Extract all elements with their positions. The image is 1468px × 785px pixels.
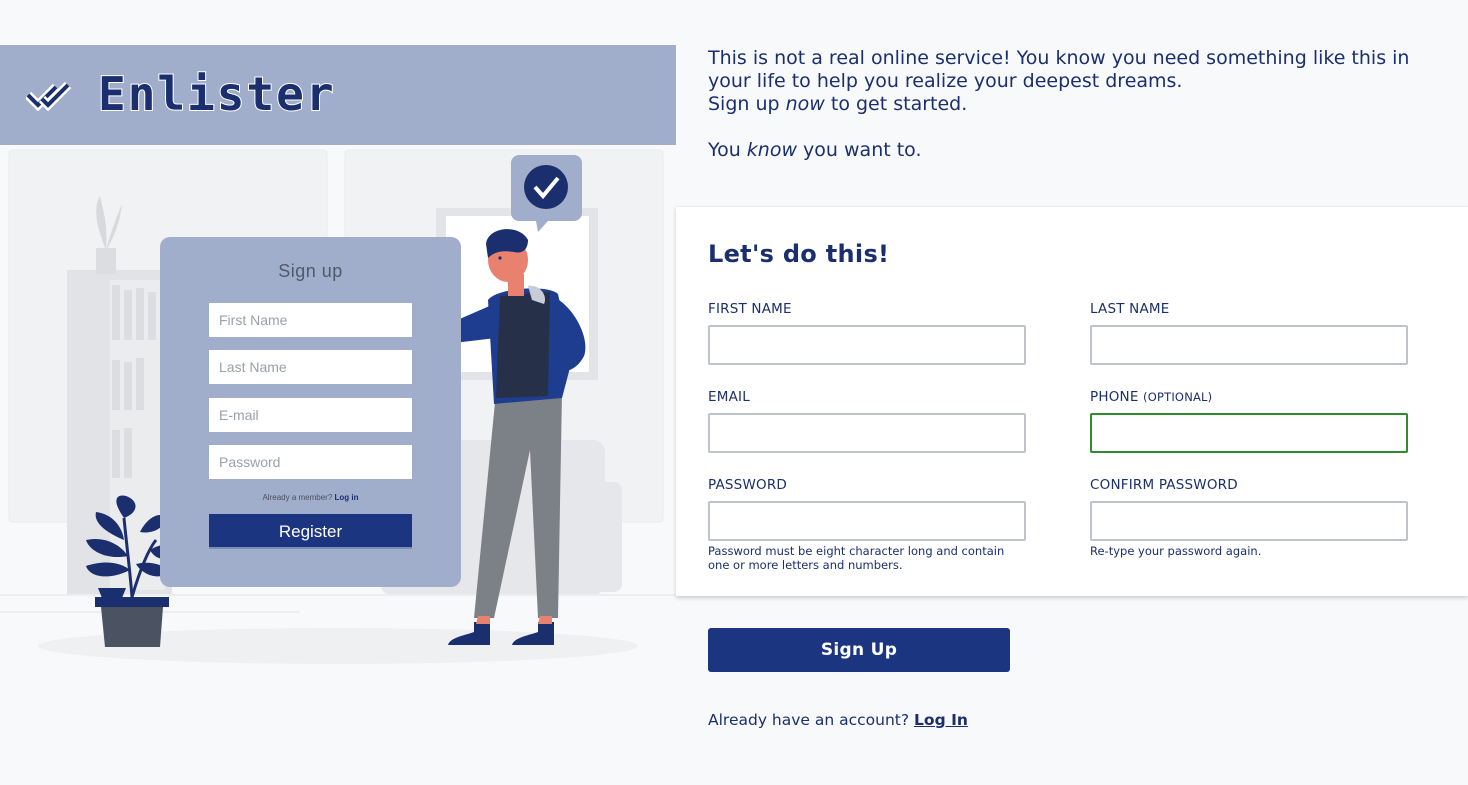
- last-name-input[interactable]: [1090, 325, 1408, 365]
- mock-card-title: Sign up: [278, 261, 343, 281]
- intro-line-2-post: to get started.: [824, 93, 968, 115]
- email-input[interactable]: [708, 413, 1026, 453]
- password-help: Password must be eight character long an…: [708, 544, 1005, 572]
- confirm-password-group: CONFIRM PASSWORD Re-type your password a…: [1090, 477, 1408, 558]
- phone-label: PHONE (OPTIONAL): [1090, 389, 1408, 405]
- mock-member-text: Already a member? Log in: [160, 493, 461, 502]
- mock-email: E-mail: [209, 398, 412, 432]
- mock-signup-card: Sign up First Name Last Name E-mail Pass…: [160, 237, 461, 587]
- intro-line-3: You know you want to.: [708, 139, 1448, 162]
- email-group: EMAIL: [708, 389, 1026, 453]
- phone-label-text: PHONE: [1090, 389, 1139, 405]
- mock-password: Password: [209, 445, 412, 479]
- first-name-input[interactable]: [708, 325, 1026, 365]
- first-name-group: FIRST NAME: [708, 301, 1026, 365]
- intro-line-2-pre: Sign up: [708, 93, 786, 115]
- last-name-group: LAST NAME: [1090, 301, 1408, 365]
- confirm-password-label: CONFIRM PASSWORD: [1090, 477, 1238, 493]
- phone-input[interactable]: [1090, 413, 1408, 453]
- mock-last-name: Last Name: [209, 350, 412, 384]
- account-prompt: Already have an account?: [708, 711, 910, 729]
- mock-member-prompt: Already a member?: [262, 493, 333, 502]
- password-group: PASSWORD Password must be eight characte…: [708, 477, 1026, 572]
- intro-line-3-pre: You: [708, 139, 747, 161]
- intro-line-2: Sign up now to get started.: [708, 93, 1448, 116]
- brand-header: Enlister: [0, 45, 676, 145]
- mock-login-link: Log in: [334, 493, 359, 502]
- checkmark-bubble-icon: [511, 155, 582, 232]
- email-label: EMAIL: [708, 389, 750, 405]
- signup-form: Let's do this! FIRST NAME LAST NAME EMAI…: [676, 206, 1468, 596]
- intro-line-2-em: now: [785, 93, 825, 115]
- sign-up-button[interactable]: Sign Up: [708, 628, 1010, 672]
- double-check-icon: [26, 81, 72, 111]
- login-prompt: Already have an account? Log In: [708, 711, 968, 729]
- mock-first-name: First Name: [209, 303, 412, 337]
- confirm-password-help: Re-type your password again.: [1090, 544, 1262, 558]
- first-name-label: FIRST NAME: [708, 301, 792, 317]
- intro-line-1: This is not a real online service! You k…: [708, 47, 1410, 92]
- brand-name: Enlister: [97, 66, 336, 122]
- phone-group: PHONE (OPTIONAL): [1090, 389, 1408, 453]
- log-in-link[interactable]: Log In: [914, 711, 968, 729]
- mock-register-button: Register: [209, 514, 412, 549]
- intro-line-3-em: know: [746, 139, 798, 161]
- phone-optional-tag: (OPTIONAL): [1143, 390, 1213, 404]
- password-label: PASSWORD: [708, 477, 788, 493]
- confirm-password-input[interactable]: [1090, 501, 1408, 541]
- last-name-label: LAST NAME: [1090, 301, 1170, 317]
- form-heading: Let's do this!: [708, 240, 890, 268]
- password-input[interactable]: [708, 501, 1026, 541]
- intro-text: This is not a real online service! You k…: [708, 47, 1448, 162]
- intro-line-3-post: you want to.: [797, 139, 922, 161]
